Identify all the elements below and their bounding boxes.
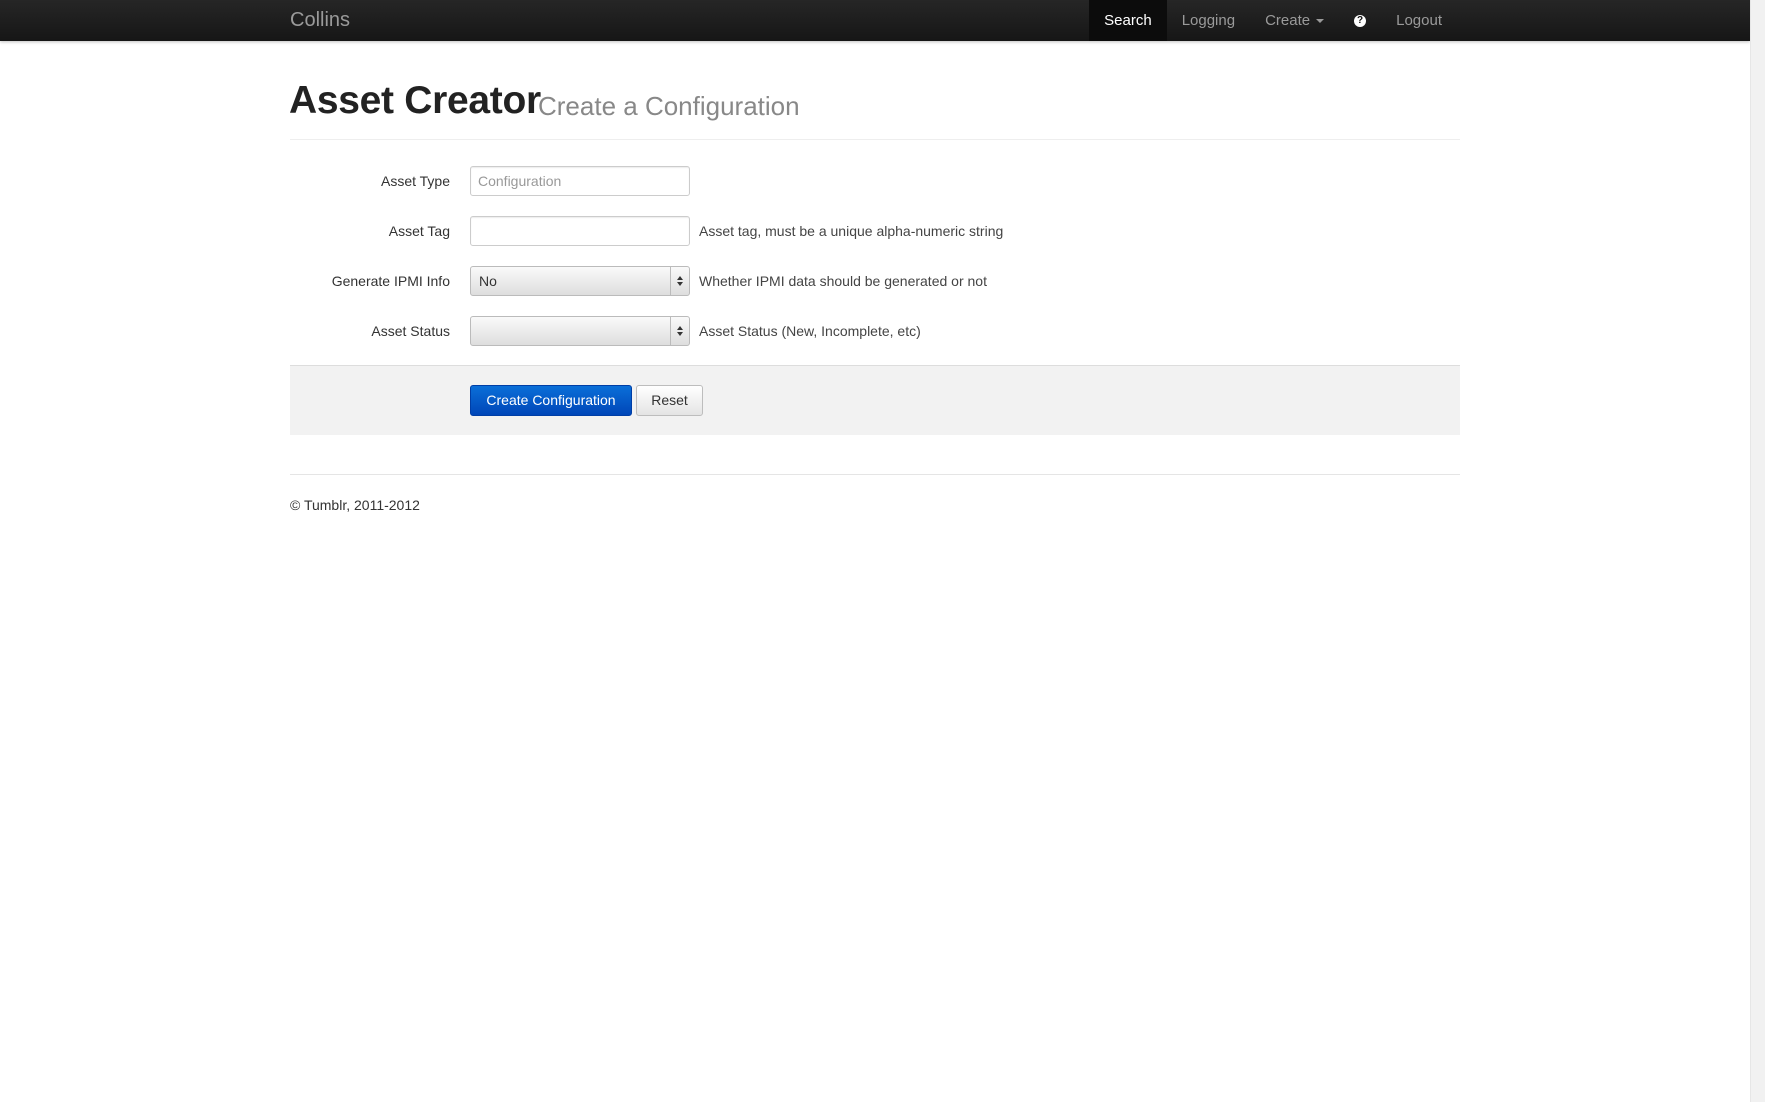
vertical-scrollbar[interactable] bbox=[1750, 0, 1765, 1102]
page-subtitle: Create a Configuration bbox=[538, 91, 800, 121]
asset-tag-input[interactable] bbox=[470, 216, 690, 246]
generate-ipmi-label: Generate IPMI Info bbox=[331, 273, 450, 289]
asset-tag-help: Asset tag, must be a unique alpha-numeri… bbox=[699, 223, 1004, 239]
nav-item-label: Search bbox=[1104, 12, 1152, 29]
nav-menu: Search Logging Create ? Logout bbox=[1089, 0, 1457, 41]
asset-create-form: Asset Type Configuration Asset Tag Asset… bbox=[290, 166, 1460, 435]
footer-divider bbox=[290, 474, 1460, 475]
nav-item-help[interactable]: ? bbox=[1339, 0, 1381, 41]
select-arrows-icon bbox=[670, 317, 689, 345]
page: Collins Search Logging Create ? Logout A… bbox=[0, 0, 1765, 1102]
generate-ipmi-help: Whether IPMI data should be generated or… bbox=[699, 273, 987, 289]
asset-status-select[interactable] bbox=[470, 316, 690, 346]
asset-status-label: Asset Status bbox=[371, 323, 450, 339]
form-row-generate-ipmi: Generate IPMI Info No Whether IPMI data … bbox=[290, 266, 1460, 296]
help-icon: ? bbox=[1354, 14, 1367, 27]
form-actions: Create Configuration Reset bbox=[290, 365, 1460, 435]
reset-button[interactable]: Reset bbox=[636, 385, 703, 416]
asset-type-label: Asset Type bbox=[380, 173, 450, 189]
page-title: Asset Creator bbox=[289, 79, 541, 122]
top-navbar: Collins Search Logging Create ? Logout bbox=[0, 0, 1750, 41]
nav-item-create[interactable]: Create bbox=[1250, 0, 1339, 41]
asset-type-field: Configuration bbox=[470, 166, 690, 196]
asset-tag-label: Asset Tag bbox=[388, 223, 450, 239]
form-row-asset-type: Asset Type Configuration bbox=[290, 166, 1460, 196]
form-row-asset-status: Asset Status Asset Status (New, Incomple… bbox=[290, 316, 1460, 346]
footer-copyright: © Tumblr, 2011-2012 bbox=[290, 497, 420, 513]
nav-item-label: Create bbox=[1265, 12, 1311, 29]
nav-item-search[interactable]: Search bbox=[1089, 0, 1167, 41]
nav-item-logging[interactable]: Logging bbox=[1167, 0, 1250, 41]
main-container: Asset Creator Create a Configuration Ass… bbox=[289, 41, 1460, 513]
asset-status-help: Asset Status (New, Incomplete, etc) bbox=[699, 323, 921, 339]
nav-item-label: Logout bbox=[1396, 12, 1442, 29]
page-header: Asset Creator Create a Configuration bbox=[289, 74, 1460, 140]
caret-down-icon bbox=[1316, 19, 1325, 23]
select-value: No bbox=[479, 273, 497, 289]
nav-item-logout[interactable]: Logout bbox=[1381, 0, 1457, 41]
nav-item-label: Logging bbox=[1181, 12, 1236, 29]
brand-link[interactable]: Collins bbox=[290, 0, 350, 41]
form-row-asset-tag: Asset Tag Asset tag, must be a unique al… bbox=[290, 216, 1460, 246]
generate-ipmi-select[interactable]: No bbox=[470, 266, 690, 296]
select-arrows-icon bbox=[670, 267, 689, 295]
create-configuration-button[interactable]: Create Configuration bbox=[470, 385, 632, 416]
